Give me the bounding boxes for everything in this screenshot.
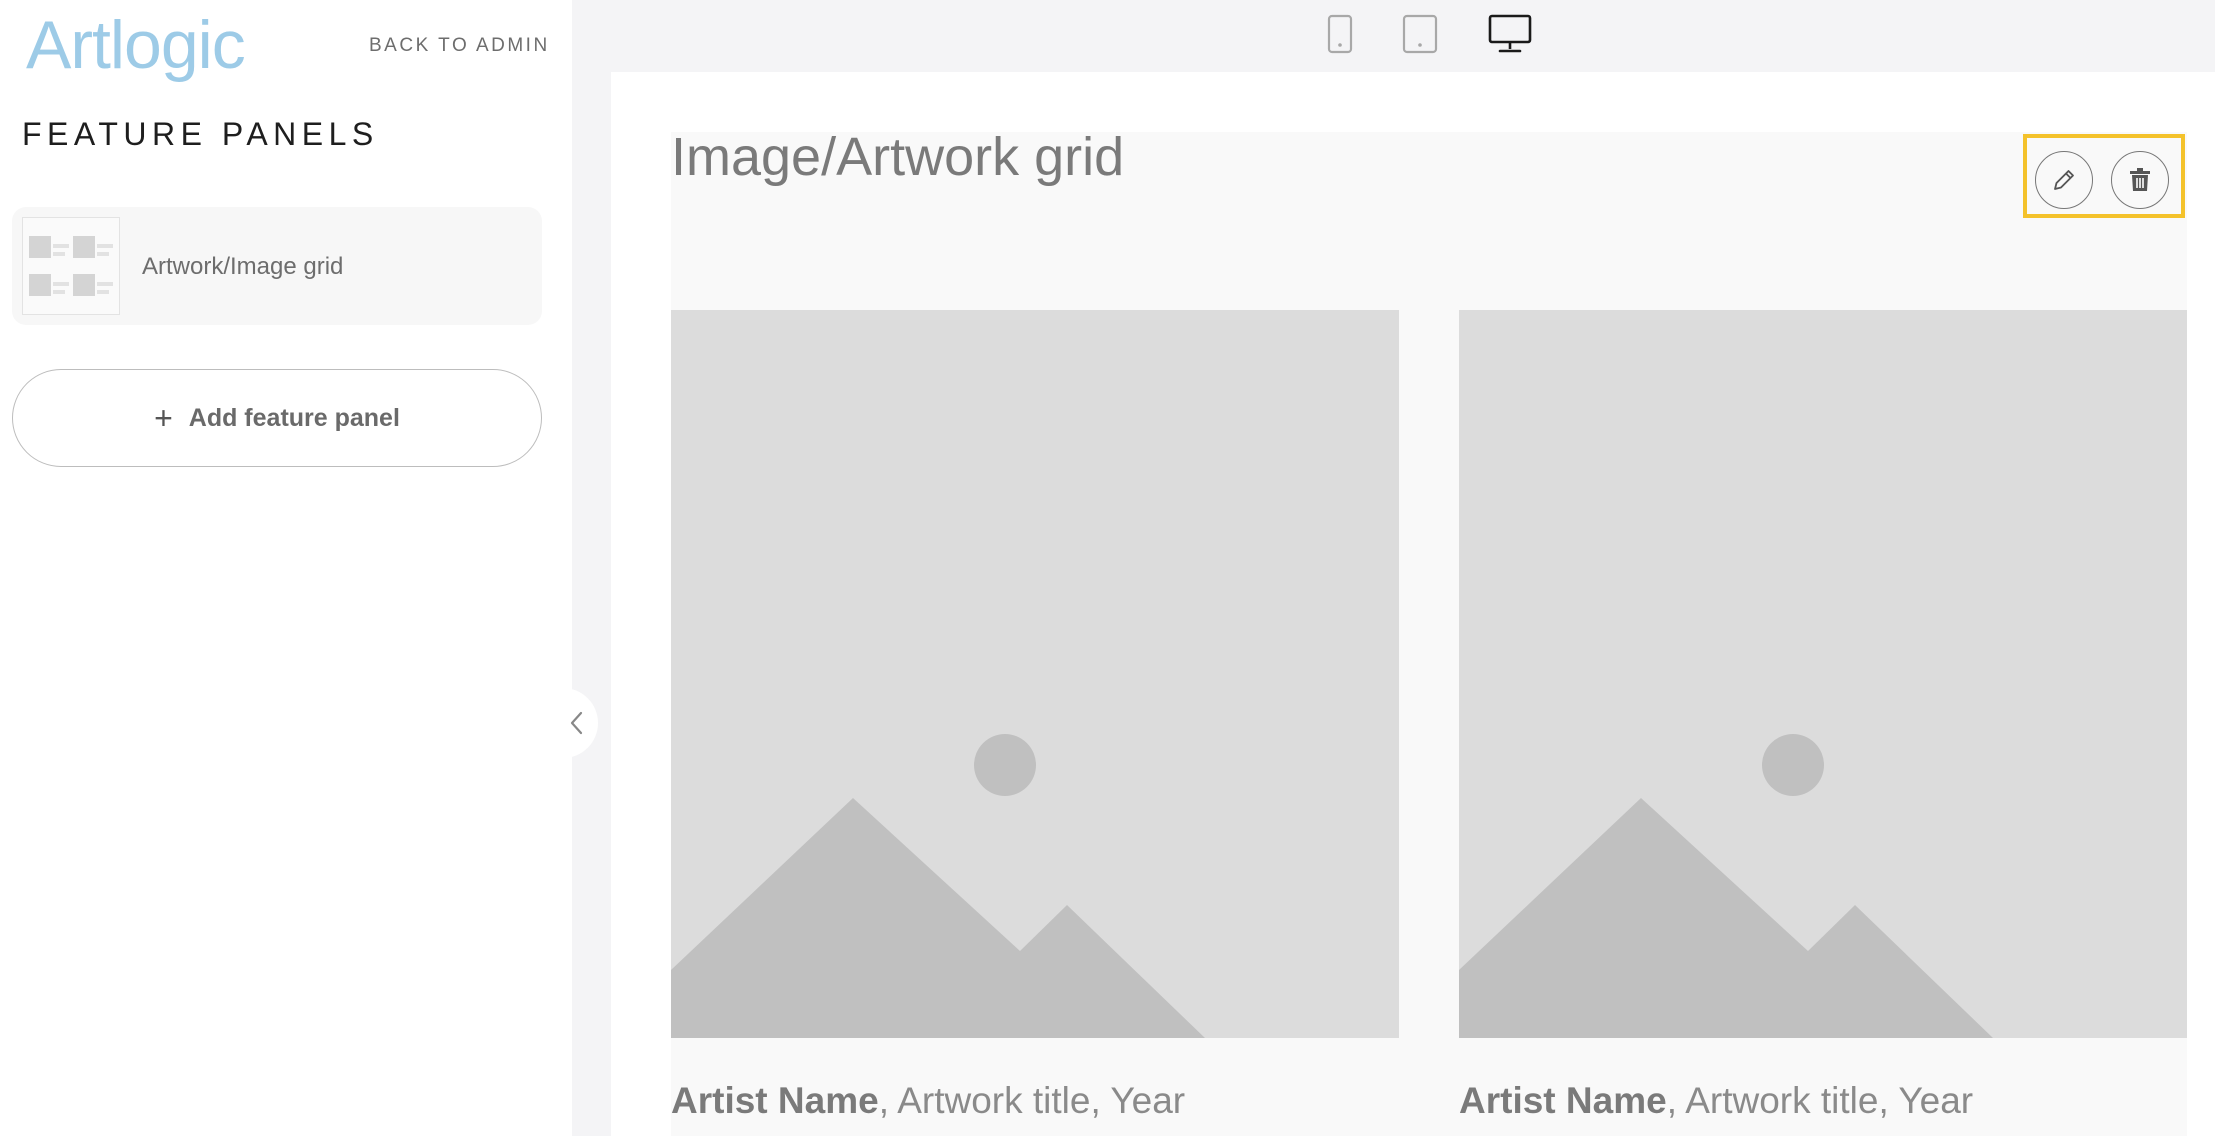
add-feature-panel-label: Add feature panel <box>188 403 400 432</box>
preview-frame: Image/Artwork grid Artist Name, Artwork … <box>611 72 2215 1136</box>
artwork-image-placeholder[interactable] <box>671 310 1399 1038</box>
pencil-icon <box>2054 170 2074 190</box>
feature-panels-title: FEATURE PANELS <box>22 116 379 152</box>
image-placeholder-icon <box>1459 734 1993 1038</box>
phone-icon <box>1327 14 1353 54</box>
desktop-icon <box>1488 14 1532 53</box>
artist-name: Artist Name <box>1459 1080 1667 1121</box>
feature-panel-preview: Image/Artwork grid Artist Name, Artwork … <box>671 127 2187 1136</box>
trash-icon <box>2130 168 2150 191</box>
panel-title: Image/Artwork grid <box>671 127 1125 187</box>
artwork-caption: Artist Name, Artwork title, Year <box>671 1080 1185 1122</box>
add-feature-panel-button[interactable]: + Add feature panel <box>12 369 542 467</box>
feature-panel-label: Artwork/Image grid <box>142 253 344 280</box>
feature-panel-item[interactable]: Artwork/Image grid <box>12 207 542 325</box>
artwork-details: , Artwork title, Year <box>878 1080 1186 1121</box>
plus-icon: + <box>154 400 173 436</box>
artlogic-logo[interactable]: Artlogic <box>26 6 246 84</box>
back-to-admin-link[interactable]: BACK TO ADMIN <box>369 35 550 57</box>
device-desktop-button[interactable] <box>1488 14 1532 54</box>
image-placeholder-icon <box>671 734 1205 1038</box>
device-tablet-button[interactable] <box>1402 14 1438 54</box>
collapse-sidebar-button[interactable] <box>556 688 598 758</box>
artwork-details: , Artwork title, Year <box>1666 1080 1974 1121</box>
artist-name: Artist Name <box>671 1080 879 1121</box>
artwork-image-placeholder[interactable] <box>1459 310 2187 1038</box>
grid-thumbnail-icon <box>22 217 120 315</box>
delete-panel-button[interactable] <box>2111 151 2169 209</box>
panel-actions <box>2023 134 2185 218</box>
chevron-left-icon <box>570 711 583 735</box>
tablet-icon <box>1402 14 1438 54</box>
edit-panel-button[interactable] <box>2035 151 2093 209</box>
sidebar: Artlogic BACK TO ADMIN FEATURE PANELS Ar… <box>0 0 572 1136</box>
artwork-caption: Artist Name, Artwork title, Year <box>1459 1080 1973 1122</box>
device-mobile-button[interactable] <box>1326 14 1354 54</box>
